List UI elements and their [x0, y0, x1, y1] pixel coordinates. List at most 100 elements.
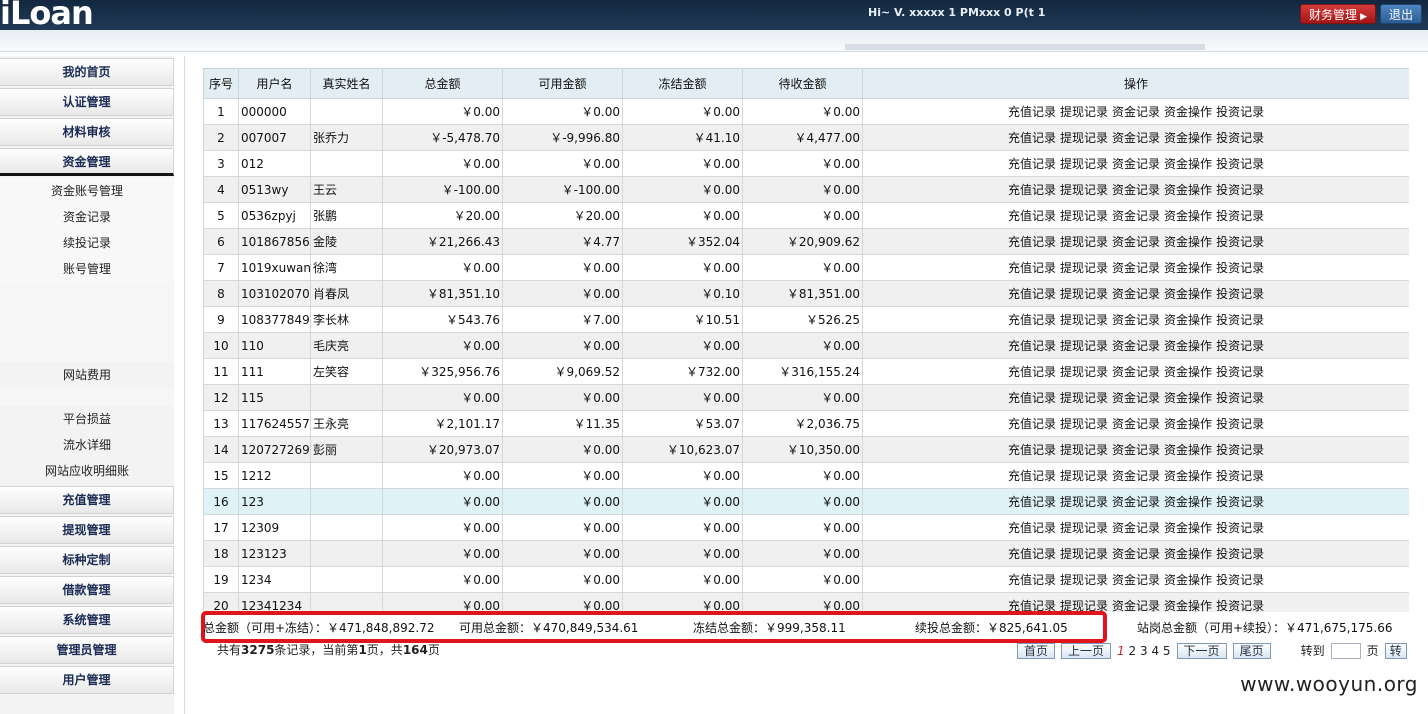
- fund-operation-link[interactable]: 资金操作: [1164, 235, 1212, 249]
- investment-records-link[interactable]: 投资记录: [1216, 157, 1264, 171]
- sidebar-item-system[interactable]: 系统管理: [0, 606, 174, 634]
- last-page-button[interactable]: 尾页: [1232, 642, 1271, 659]
- investment-records-link[interactable]: 投资记录: [1216, 313, 1264, 327]
- finance-management-button[interactable]: 财务管理 ▶: [1300, 4, 1376, 24]
- withdraw-records-link[interactable]: 提现记录: [1060, 261, 1108, 275]
- recharge-records-link[interactable]: 充值记录: [1008, 495, 1056, 509]
- page-link-5[interactable]: 5: [1163, 644, 1171, 658]
- fund-records-link[interactable]: 资金记录: [1112, 183, 1160, 197]
- withdraw-records-link[interactable]: 提现记录: [1060, 547, 1108, 561]
- page-link-4[interactable]: 4: [1151, 644, 1159, 658]
- fund-records-link[interactable]: 资金记录: [1112, 209, 1160, 223]
- withdraw-records-link[interactable]: 提现记录: [1060, 131, 1108, 145]
- recharge-records-link[interactable]: 充值记录: [1008, 443, 1056, 457]
- investment-records-link[interactable]: 投资记录: [1216, 495, 1264, 509]
- investment-records-link[interactable]: 投资记录: [1216, 287, 1264, 301]
- investment-records-link[interactable]: 投资记录: [1216, 573, 1264, 587]
- fund-operation-link[interactable]: 资金操作: [1164, 131, 1212, 145]
- page-link-2[interactable]: 2: [1129, 644, 1137, 658]
- recharge-records-link[interactable]: 充值记录: [1008, 157, 1056, 171]
- fund-operation-link[interactable]: 资金操作: [1164, 443, 1212, 457]
- prev-page-button[interactable]: 上一页: [1061, 642, 1112, 659]
- fund-operation-link[interactable]: 资金操作: [1164, 365, 1212, 379]
- fund-operation-link[interactable]: 资金操作: [1164, 495, 1212, 509]
- fund-records-link[interactable]: 资金记录: [1112, 287, 1160, 301]
- withdraw-records-link[interactable]: 提现记录: [1060, 235, 1108, 249]
- recharge-records-link[interactable]: 充值记录: [1008, 521, 1056, 535]
- sidebar-item-certification[interactable]: 认证管理: [0, 88, 174, 116]
- sidebar-sub-fund-account[interactable]: 资金账号管理: [0, 178, 174, 204]
- fund-operation-link[interactable]: 资金操作: [1164, 261, 1212, 275]
- page-link-3[interactable]: 3: [1140, 644, 1148, 658]
- first-page-button[interactable]: 首页: [1017, 642, 1056, 659]
- fund-operation-link[interactable]: 资金操作: [1164, 599, 1212, 612]
- investment-records-link[interactable]: 投资记录: [1216, 261, 1264, 275]
- withdraw-records-link[interactable]: 提现记录: [1060, 209, 1108, 223]
- fund-operation-link[interactable]: 资金操作: [1164, 469, 1212, 483]
- withdraw-records-link[interactable]: 提现记录: [1060, 287, 1108, 301]
- sidebar-item-users[interactable]: 用户管理: [0, 666, 174, 694]
- recharge-records-link[interactable]: 充值记录: [1008, 287, 1056, 301]
- investment-records-link[interactable]: 投资记录: [1216, 443, 1264, 457]
- recharge-records-link[interactable]: 充值记录: [1008, 365, 1056, 379]
- withdraw-records-link[interactable]: 提现记录: [1060, 417, 1108, 431]
- fund-operation-link[interactable]: 资金操作: [1164, 183, 1212, 197]
- investment-records-link[interactable]: 投资记录: [1216, 521, 1264, 535]
- investment-records-link[interactable]: 投资记录: [1216, 391, 1264, 405]
- recharge-records-link[interactable]: 充值记录: [1008, 261, 1056, 275]
- investment-records-link[interactable]: 投资记录: [1216, 235, 1264, 249]
- recharge-records-link[interactable]: 充值记录: [1008, 469, 1056, 483]
- goto-page-input[interactable]: [1330, 642, 1361, 659]
- investment-records-link[interactable]: 投资记录: [1216, 183, 1264, 197]
- withdraw-records-link[interactable]: 提现记录: [1060, 391, 1108, 405]
- sidebar-sub-fund-records[interactable]: 资金记录: [0, 204, 174, 230]
- investment-records-link[interactable]: 投资记录: [1216, 105, 1264, 119]
- withdraw-records-link[interactable]: 提现记录: [1060, 183, 1108, 197]
- go-button[interactable]: 转: [1384, 642, 1407, 659]
- withdraw-records-link[interactable]: 提现记录: [1060, 365, 1108, 379]
- fund-operation-link[interactable]: 资金操作: [1164, 417, 1212, 431]
- fund-operation-link[interactable]: 资金操作: [1164, 157, 1212, 171]
- recharge-records-link[interactable]: 充值记录: [1008, 209, 1056, 223]
- investment-records-link[interactable]: 投资记录: [1216, 547, 1264, 561]
- recharge-records-link[interactable]: 充值记录: [1008, 391, 1056, 405]
- withdraw-records-link[interactable]: 提现记录: [1060, 521, 1108, 535]
- recharge-records-link[interactable]: 充值记录: [1008, 573, 1056, 587]
- investment-records-link[interactable]: 投资记录: [1216, 469, 1264, 483]
- fund-operation-link[interactable]: 资金操作: [1164, 105, 1212, 119]
- fund-records-link[interactable]: 资金记录: [1112, 417, 1160, 431]
- recharge-records-link[interactable]: 充值记录: [1008, 131, 1056, 145]
- sidebar-sub-platform-profit[interactable]: 平台损益: [0, 406, 174, 432]
- fund-records-link[interactable]: 资金记录: [1112, 313, 1160, 327]
- withdraw-records-link[interactable]: 提现记录: [1060, 339, 1108, 353]
- sidebar-item-material-review[interactable]: 材料审核: [0, 118, 174, 146]
- fund-operation-link[interactable]: 资金操作: [1164, 313, 1212, 327]
- investment-records-link[interactable]: 投资记录: [1216, 209, 1264, 223]
- fund-operation-link[interactable]: 资金操作: [1164, 547, 1212, 561]
- logout-button[interactable]: 退出: [1379, 4, 1422, 24]
- fund-records-link[interactable]: 资金记录: [1112, 131, 1160, 145]
- fund-records-link[interactable]: 资金记录: [1112, 339, 1160, 353]
- withdraw-records-link[interactable]: 提现记录: [1060, 573, 1108, 587]
- fund-operation-link[interactable]: 资金操作: [1164, 391, 1212, 405]
- withdraw-records-link[interactable]: 提现记录: [1060, 105, 1108, 119]
- fund-records-link[interactable]: 资金记录: [1112, 469, 1160, 483]
- sidebar-sub-receivable-detail[interactable]: 网站应收明细账: [0, 458, 174, 484]
- fund-records-link[interactable]: 资金记录: [1112, 235, 1160, 249]
- fund-operation-link[interactable]: 资金操作: [1164, 287, 1212, 301]
- sidebar-item-recharge[interactable]: 充值管理: [0, 486, 174, 514]
- withdraw-records-link[interactable]: 提现记录: [1060, 157, 1108, 171]
- investment-records-link[interactable]: 投资记录: [1216, 417, 1264, 431]
- withdraw-records-link[interactable]: 提现记录: [1060, 443, 1108, 457]
- sidebar-item-withdraw[interactable]: 提现管理: [0, 516, 174, 544]
- sidebar-item-fund-management[interactable]: 资金管理: [0, 148, 174, 176]
- recharge-records-link[interactable]: 充值记录: [1008, 547, 1056, 561]
- fund-records-link[interactable]: 资金记录: [1112, 443, 1160, 457]
- recharge-records-link[interactable]: 充值记录: [1008, 105, 1056, 119]
- fund-operation-link[interactable]: 资金操作: [1164, 209, 1212, 223]
- sidebar-item-home[interactable]: 我的首页: [0, 58, 174, 86]
- next-page-button[interactable]: 下一页: [1176, 642, 1227, 659]
- fund-records-link[interactable]: 资金记录: [1112, 157, 1160, 171]
- sidebar-sub-reinvest-records[interactable]: 续投记录: [0, 230, 174, 256]
- fund-records-link[interactable]: 资金记录: [1112, 391, 1160, 405]
